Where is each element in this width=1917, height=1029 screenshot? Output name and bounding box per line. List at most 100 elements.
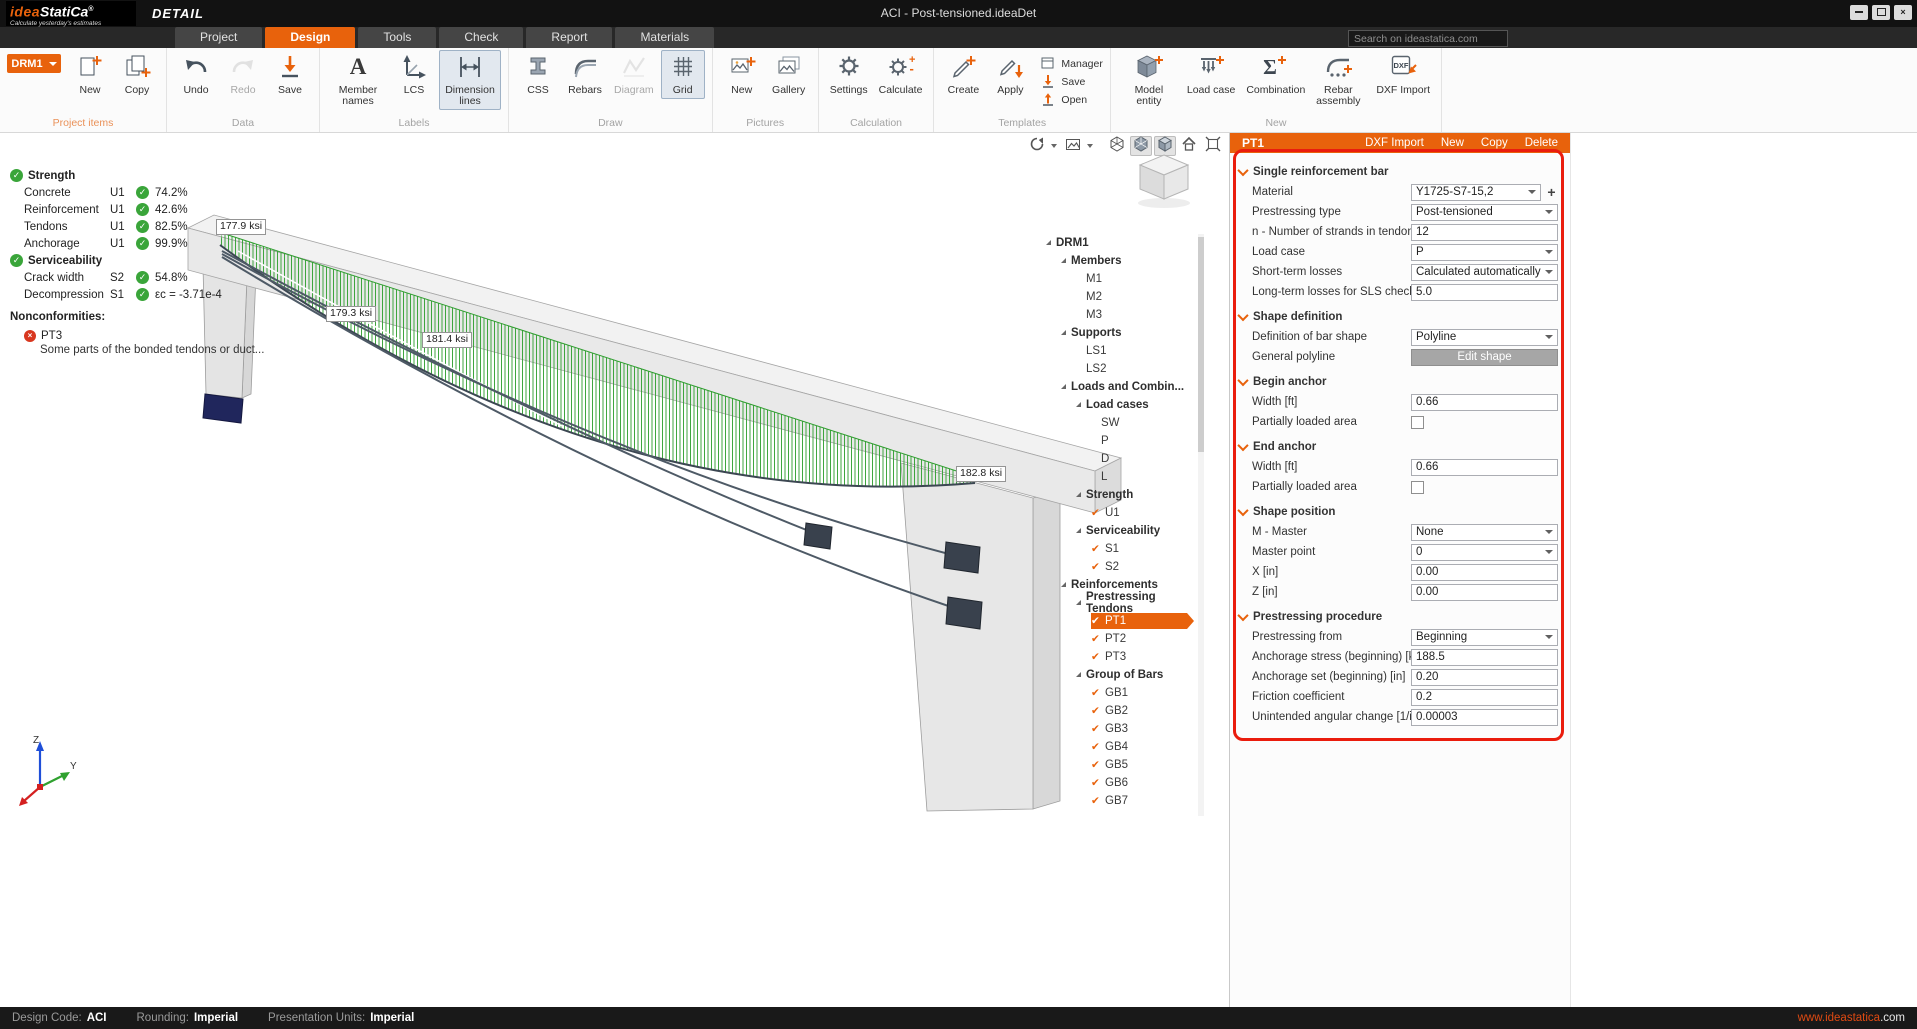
project-item-selector[interactable]: DRM1	[7, 54, 61, 73]
undo-button[interactable]: Undo	[174, 50, 218, 99]
open-menu-item[interactable]: Open	[1040, 92, 1102, 108]
checked-visibility-icon[interactable]: ✔	[1091, 741, 1105, 753]
tree-expand-icon[interactable]	[1076, 600, 1081, 605]
wireframe-cube-button[interactable]	[1106, 136, 1128, 156]
calculate-button[interactable]: +-Calculate	[875, 50, 927, 99]
tree-item-u1[interactable]: ✔U1	[1044, 504, 1194, 522]
tree-item-d[interactable]: D	[1044, 450, 1194, 468]
tree-expand-icon[interactable]	[1076, 402, 1081, 407]
partially-loaded-area-checkbox[interactable]	[1411, 481, 1424, 494]
width-ft-input[interactable]	[1411, 394, 1558, 411]
checked-visibility-icon[interactable]: ✔	[1091, 723, 1105, 735]
n-number-of-strands-in-tendon-input[interactable]	[1411, 224, 1558, 241]
tree-expand-icon[interactable]	[1061, 330, 1066, 335]
tree-item-drm1[interactable]: DRM1	[1044, 234, 1194, 252]
m-master-select[interactable]: None	[1411, 524, 1558, 541]
tree-item-pt3[interactable]: ✔PT3	[1044, 648, 1194, 666]
prestressing-from-select[interactable]: Beginning	[1411, 629, 1558, 646]
tree-item-m2[interactable]: M2	[1044, 288, 1194, 306]
tree-item-l[interactable]: L	[1044, 468, 1194, 486]
checked-visibility-icon[interactable]: ✔	[1091, 777, 1105, 789]
tree-item-m3[interactable]: M3	[1044, 306, 1194, 324]
orbit-button[interactable]	[1026, 136, 1048, 156]
section-header-prestressing-procedure[interactable]: Prestressing procedure	[1230, 606, 1570, 627]
model-entity-button[interactable]: Model entity	[1118, 50, 1180, 110]
master-point-select[interactable]: 0	[1411, 544, 1558, 561]
tree-expand-icon[interactable]	[1061, 384, 1066, 389]
tree-expand-icon[interactable]	[1046, 240, 1051, 245]
tab-project[interactable]: Project	[175, 27, 262, 48]
checked-visibility-icon[interactable]: ✔	[1091, 687, 1105, 699]
copy-button[interactable]: Copy	[115, 50, 159, 99]
member-names-button[interactable]: AMember names	[327, 50, 389, 110]
dxf-import-button[interactable]: DXFDXF Import	[1372, 50, 1434, 99]
tree-item-group-of-bars[interactable]: Group of Bars	[1044, 666, 1194, 684]
lcs-button[interactable]: LCS	[392, 50, 436, 99]
settings-button[interactable]: Settings	[826, 50, 872, 99]
tree-item-gb3[interactable]: ✔GB3	[1044, 720, 1194, 738]
tree-item-gb1[interactable]: ✔GB1	[1044, 684, 1194, 702]
tree-item-s2[interactable]: ✔S2	[1044, 558, 1194, 576]
unintended-angular-change-1-in-input[interactable]	[1411, 709, 1558, 726]
checked-visibility-icon[interactable]: ✔	[1091, 633, 1105, 645]
tree-item-gb6[interactable]: ✔GB6	[1044, 774, 1194, 792]
tree-scrollbar[interactable]	[1198, 234, 1204, 816]
copy-button[interactable]: Copy	[1481, 137, 1508, 149]
dimension-lines-button[interactable]: Dimension lines	[439, 50, 501, 110]
checked-visibility-icon[interactable]: ✔	[1091, 561, 1105, 573]
short-term-losses-select[interactable]: Calculated automatically	[1411, 264, 1558, 281]
tree-item-m1[interactable]: M1	[1044, 270, 1194, 288]
checked-visibility-icon[interactable]: ✔	[1091, 543, 1105, 555]
website-link[interactable]: www.ideastatica.com	[1798, 1012, 1905, 1024]
checked-visibility-icon[interactable]: ✔	[1091, 705, 1105, 717]
tree-expand-icon[interactable]	[1076, 528, 1081, 533]
grid-button[interactable]: Grid	[661, 50, 705, 99]
tree-item-gb2[interactable]: ✔GB2	[1044, 702, 1194, 720]
tree-expand-icon[interactable]	[1076, 492, 1081, 497]
section-header-shape-position[interactable]: Shape position	[1230, 501, 1570, 522]
checked-visibility-icon[interactable]: ✔	[1091, 651, 1105, 663]
z-in-input[interactable]	[1411, 584, 1558, 601]
checked-visibility-icon[interactable]: ✔	[1091, 615, 1105, 627]
tab-tools[interactable]: Tools	[358, 27, 436, 48]
save-menu-item[interactable]: Save	[1040, 74, 1102, 90]
save-button[interactable]: Save	[268, 50, 312, 99]
tab-report[interactable]: Report	[526, 27, 612, 48]
new-button[interactable]: New	[1441, 137, 1464, 149]
tree-expand-icon[interactable]	[1076, 672, 1081, 677]
load-case-button[interactable]: Load case	[1183, 50, 1239, 99]
friction-coefficient-input[interactable]	[1411, 689, 1558, 706]
anchorage-set-beginning-in-input[interactable]	[1411, 669, 1558, 686]
view-cube[interactable]	[1128, 149, 1200, 216]
tree-item-pt2[interactable]: ✔PT2	[1044, 630, 1194, 648]
tab-check[interactable]: Check	[439, 27, 523, 48]
3d-viewport[interactable]: 177.9 ksi179.3 ksi181.4 ksi182.8 ksi ✓St…	[0, 133, 1229, 1007]
checked-visibility-icon[interactable]: ✔	[1091, 795, 1105, 807]
width-ft-input[interactable]	[1411, 459, 1558, 476]
apply-button[interactable]: Apply	[988, 50, 1032, 99]
right-column[interactable]	[901, 463, 1060, 811]
section-header-shape-definition[interactable]: Shape definition	[1230, 306, 1570, 327]
tree-item-gb7[interactable]: ✔GB7	[1044, 792, 1194, 810]
rebars-button[interactable]: Rebars	[563, 50, 607, 99]
definition-of-bar-shape-select[interactable]: Polyline	[1411, 329, 1558, 346]
x-in-input[interactable]	[1411, 564, 1558, 581]
tree-item-strength[interactable]: Strength	[1044, 486, 1194, 504]
tree-item-sw[interactable]: SW	[1044, 414, 1194, 432]
maximize-button[interactable]	[1872, 5, 1890, 20]
tree-expand-icon[interactable]	[1061, 258, 1066, 263]
section-header-begin-anchor[interactable]: Begin anchor	[1230, 371, 1570, 392]
combination-button[interactable]: ΣCombination	[1242, 50, 1304, 99]
close-button[interactable]: ×	[1894, 5, 1912, 20]
dxf-import-button[interactable]: DXF Import	[1365, 137, 1424, 149]
minimize-button[interactable]	[1850, 5, 1868, 20]
new-button[interactable]: New	[720, 50, 764, 99]
load-case-select[interactable]: P	[1411, 244, 1558, 261]
css-button[interactable]: CSS	[516, 50, 560, 99]
rebar-assembly-button[interactable]: Rebar assembly	[1307, 50, 1369, 110]
tab-design[interactable]: Design	[265, 27, 355, 48]
tree-item-load-cases[interactable]: Load cases	[1044, 396, 1194, 414]
tree-item-supports[interactable]: Supports	[1044, 324, 1194, 342]
partially-loaded-area-checkbox[interactable]	[1411, 416, 1424, 429]
delete-button[interactable]: Delete	[1525, 137, 1558, 149]
